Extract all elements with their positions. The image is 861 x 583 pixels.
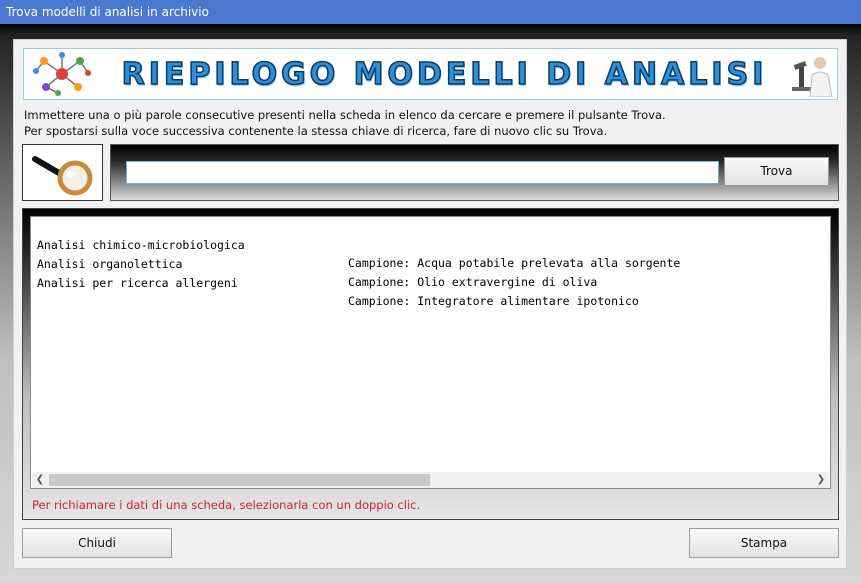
- banner: RIEPILOGO MODELLI DI ANALISI: [23, 48, 838, 100]
- list-item[interactable]: Analisi chimico-microbiologica Campione:…: [37, 218, 817, 270]
- scrollbar-thumb[interactable]: [49, 474, 430, 486]
- banner-title: RIEPILOGO MODELLI DI ANALISI: [121, 56, 768, 93]
- search-input[interactable]: [126, 161, 719, 184]
- results-list[interactable]: Analisi chimico-microbiologica Campione:…: [30, 216, 831, 489]
- list-item[interactable]: Analisi per ricerca allergeni Campione: …: [37, 256, 817, 308]
- find-button[interactable]: Trova: [724, 157, 829, 186]
- analysis-name: Analisi per ricerca allergeni: [37, 276, 238, 290]
- close-button[interactable]: Chiudi: [22, 528, 172, 558]
- horizontal-scrollbar[interactable]: ❮ ❯: [32, 472, 829, 488]
- magnifier-image-box: [22, 144, 103, 201]
- instructions-line-1: Immettere una o più parole consecutive p…: [24, 108, 666, 122]
- scroll-right-icon[interactable]: ❯: [813, 472, 829, 488]
- list-item[interactable]: Analisi organolettica Campione: Olio ext…: [37, 237, 817, 289]
- instructions-line-2: Per spostarsi sulla voce successiva cont…: [24, 124, 608, 138]
- scientist-microscope-icon: [792, 57, 833, 97]
- analysis-sample: Campione: Integratore alimentare ipotoni…: [348, 294, 639, 308]
- scroll-left-icon[interactable]: ❮: [32, 472, 48, 488]
- molecule-icon: [33, 52, 91, 96]
- double-click-hint: Per richiamare i dati di una scheda, sel…: [32, 498, 421, 512]
- window-title: Trova modelli di analisi in archivio: [0, 0, 861, 24]
- magnifying-glass-icon: [32, 156, 93, 196]
- print-button[interactable]: Stampa: [689, 528, 839, 558]
- analysis-sample: Campione: Olio extravergine di oliva: [348, 275, 598, 289]
